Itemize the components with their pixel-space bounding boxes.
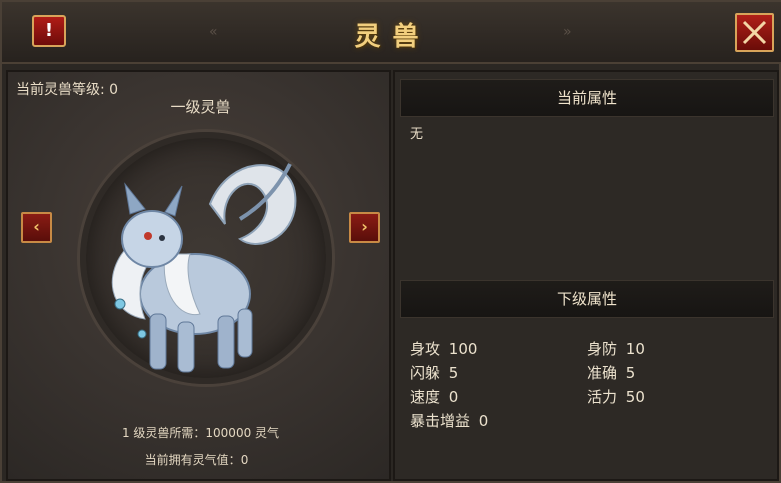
stat-value: 50 — [625, 388, 645, 406]
stat-dodge: 闪躲 5 — [410, 362, 458, 383]
stat-label: 暴击增益 — [410, 412, 471, 430]
window-title: 灵兽 — [354, 22, 431, 52]
current-attributes-header: 当前属性 — [400, 79, 774, 117]
chevron-right-icon: › — [361, 217, 368, 236]
stat-crit-bonus: 暴击增益 0 — [410, 410, 488, 431]
stat-attack: 身攻 100 — [410, 338, 477, 359]
stat-label: 准确 — [587, 364, 618, 382]
stat-label: 身攻 — [410, 340, 441, 358]
stat-value: 5 — [448, 364, 459, 382]
close-button[interactable] — [735, 13, 774, 52]
stat-value: 0 — [448, 388, 459, 406]
stat-label: 身防 — [587, 340, 618, 358]
prev-pet-button[interactable]: ‹ — [21, 212, 52, 243]
stat-speed: 速度 0 — [410, 386, 458, 407]
stat-vitality: 活力 50 — [587, 386, 645, 407]
requirement-text: 1 级灵兽所需：100000 灵气 — [8, 424, 393, 441]
close-icon — [742, 20, 767, 45]
stat-defense: 身防 10 — [587, 338, 645, 359]
stat-value: 10 — [625, 340, 645, 358]
stat-value: 0 — [478, 412, 489, 430]
stat-value: 5 — [625, 364, 636, 382]
title-bar: ! « 灵兽 » — [2, 2, 781, 64]
stat-label: 速度 — [410, 388, 441, 406]
stat-label: 活力 — [587, 388, 618, 406]
chevron-left-icon: ‹ — [33, 217, 40, 236]
owned-label: 当前拥有灵气值： — [144, 453, 241, 467]
owned-value: 0 — [240, 453, 249, 467]
requirement-label: 1 级灵兽所需： — [121, 426, 206, 440]
pet-display-panel: 当前灵兽等级: 0 一级灵兽 ‹ › 1 级灵兽所需：100000 灵气 当前拥… — [6, 70, 391, 481]
pet-name: 一级灵兽 — [170, 98, 231, 116]
next-attributes-header: 下级属性 — [400, 280, 774, 318]
spirit-beast-image — [111, 163, 297, 373]
attributes-panel: 当前属性 无 下级属性 身攻 100 身防 10 闪躲 5 准确 5 速度 0 … — [393, 70, 779, 481]
stat-label: 闪躲 — [410, 364, 441, 382]
decor-right-arrows-icon: » — [563, 24, 572, 40]
stat-value: 100 — [448, 340, 478, 358]
current-attributes-empty: 无 — [410, 127, 424, 142]
stat-accuracy: 准确 5 — [587, 362, 635, 383]
owned-spirit-text: 当前拥有灵气值：0 — [8, 451, 385, 468]
spirit-beast-window: ! « 灵兽 » 当前灵兽等级: 0 一级灵兽 ‹ › 1 级灵兽所需：1000… — [0, 0, 781, 483]
next-pet-button[interactable]: › — [349, 212, 380, 243]
requirement-value: 100000 灵气 — [205, 426, 280, 440]
